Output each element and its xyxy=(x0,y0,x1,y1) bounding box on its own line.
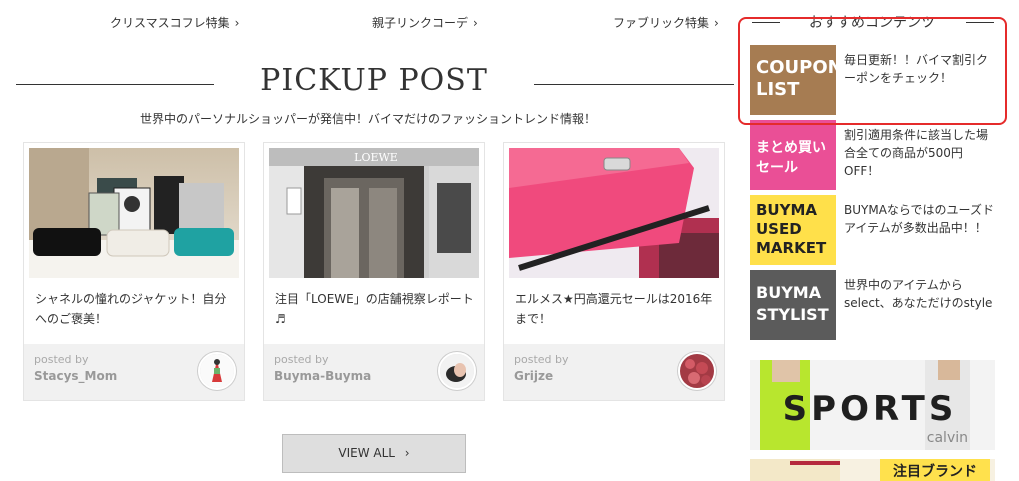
badge-text: STYLIST xyxy=(756,305,829,324)
badge-text: USED xyxy=(756,220,802,238)
posted-by-label: posted by xyxy=(34,353,89,366)
used-market-badge: BUYMA USED MARKET xyxy=(750,195,836,265)
post-footer: posted by Grijze xyxy=(504,344,724,400)
divider-right xyxy=(534,84,734,85)
stylist-badge: BUYMA STYLIST xyxy=(750,270,836,340)
brand-banner[interactable]: 注目ブランド xyxy=(750,459,995,481)
post-image-hermes-wallet xyxy=(509,148,719,278)
posted-by-label: posted by xyxy=(514,353,569,366)
post-footer: posted by Stacys_Mom xyxy=(24,344,244,400)
avatar[interactable] xyxy=(198,352,236,390)
highlight-box xyxy=(738,17,1007,125)
badge-text: MARKET xyxy=(756,239,827,257)
badge-text: BUYMA xyxy=(756,283,822,302)
author-name[interactable]: Buyma-Buyma xyxy=(274,369,371,383)
top-link-label: クリスマスコフレ特集 xyxy=(110,16,230,30)
sports-banner[interactable]: SPORTS calvin xyxy=(750,360,995,450)
top-link-label: 親子リンクコーデ xyxy=(372,16,469,30)
chevron-right-icon: › xyxy=(404,446,410,460)
post-title: エルメス★円高還元セールは2016年まで！ xyxy=(515,292,713,326)
post-image-loewe-store: LOEWE xyxy=(269,148,479,278)
sports-banner-sub: calvin xyxy=(927,430,968,446)
avatar[interactable] xyxy=(438,352,476,390)
post-card[interactable]: LOEWE 注目「LOEWE」の店舗視察レポート♬ posted by Buym… xyxy=(263,142,485,401)
badge-text: BUYMA xyxy=(756,201,818,219)
view-all-button[interactable]: VIEW ALL › xyxy=(282,434,466,473)
post-image-chanel xyxy=(29,148,239,278)
post-title: シャネルの憧れのジャケット！自分へのご褒美！ xyxy=(35,292,227,326)
badge-text: セール xyxy=(756,160,798,176)
view-all-label: VIEW ALL xyxy=(338,446,395,460)
sidebar-item-stylist[interactable]: BUYMA STYLIST 世界中のアイテムからselect、あなただけのsty… xyxy=(750,270,1000,340)
top-link-parent-child[interactable]: 親子リンクコーデ › xyxy=(372,14,478,31)
page-title: PICKUP POST xyxy=(260,63,488,98)
chevron-right-icon: › xyxy=(234,16,240,30)
divider-left xyxy=(16,84,214,85)
sidebar-item-desc: BUYMAならではのユーズドアイテムが多数出品中！！ xyxy=(844,203,994,235)
avatar[interactable] xyxy=(678,352,716,390)
top-link-label: ファブリック特集 xyxy=(613,16,710,30)
sports-banner-title: SPORTS xyxy=(783,389,958,429)
sidebar-item-desc: 世界中のアイテムからselect、あなただけのstyle xyxy=(844,278,993,310)
post-card[interactable]: エルメス★円高還元セールは2016年まで！ posted by Grijze xyxy=(503,142,725,401)
post-footer: posted by Buyma-Buyma xyxy=(264,344,484,400)
chevron-right-icon: › xyxy=(714,16,719,30)
chevron-right-icon: › xyxy=(473,16,478,30)
pickup-subtitle: 世界中のパーソナルショッパーが発信中！バイマだけのファッショントレンド情報！ xyxy=(139,112,596,126)
top-link-fabric[interactable]: ファブリック特集 › xyxy=(613,14,719,31)
top-link-christmas[interactable]: クリスマスコフレ特集 › xyxy=(110,14,239,31)
author-name[interactable]: Grijze xyxy=(514,369,553,383)
sidebar-item-desc: 割引適用条件に該当した場合全ての商品が500円OFF！ xyxy=(844,128,989,178)
badge-text: まとめ買い xyxy=(756,140,826,156)
store-sign-text: LOEWE xyxy=(354,151,398,164)
post-card[interactable]: シャネルの憧れのジャケット！自分へのご褒美！ posted by Stacys_… xyxy=(23,142,245,401)
sidebar-item-bulk-sale[interactable]: まとめ買い セール 割引適用条件に該当した場合全ての商品が500円OFF！ xyxy=(750,120,1000,190)
post-title: 注目「LOEWE」の店舗視察レポート♬ xyxy=(275,292,474,326)
posted-by-label: posted by xyxy=(274,353,329,366)
author-name[interactable]: Stacys_Mom xyxy=(34,369,117,383)
brand-banner-label: 注目ブランド xyxy=(893,463,977,480)
bulk-sale-badge: まとめ買い セール xyxy=(750,120,836,190)
sidebar-item-used-market[interactable]: BUYMA USED MARKET BUYMAならではのユーズドアイテムが多数出… xyxy=(750,195,1000,265)
